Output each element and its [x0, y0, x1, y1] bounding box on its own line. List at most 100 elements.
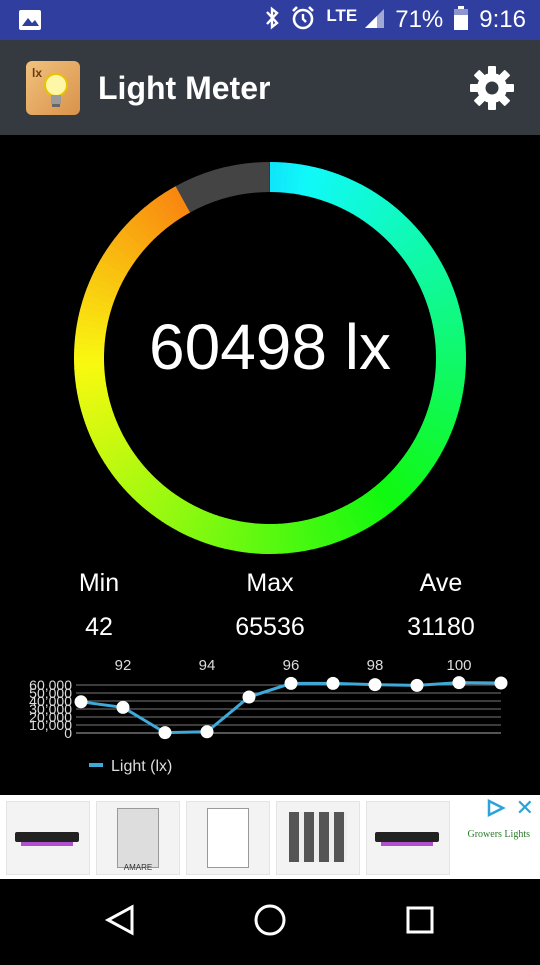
gauge-fill-segment	[369, 206, 374, 210]
image-notification-icon	[18, 9, 42, 36]
settings-button[interactable]	[468, 64, 516, 112]
home-icon[interactable]	[256, 906, 284, 934]
gauge-fill-segment	[336, 524, 342, 527]
gauge-fill-segment	[408, 241, 412, 246]
gauge-fill-segment	[101, 288, 103, 294]
data-point	[243, 691, 256, 704]
gauge-fill-segment	[98, 413, 100, 419]
gauge-fill-segment	[349, 195, 355, 198]
gauge-fill-segment	[159, 211, 164, 215]
gauge-fill-segment	[422, 260, 425, 266]
gauge-fill-segment	[127, 469, 131, 474]
gauge-fill-segment	[287, 178, 293, 179]
back-icon[interactable]	[108, 907, 132, 933]
battery-icon	[453, 5, 469, 36]
gauge-fill-segment	[404, 237, 408, 242]
ad-product-spec-sheet[interactable]	[186, 801, 270, 875]
gauge-fill-segment	[245, 537, 251, 538]
gauge-fill-segment	[400, 232, 404, 237]
gauge-fill-segment	[117, 455, 121, 460]
ad-close-icon[interactable]: ✕	[516, 795, 534, 821]
gauge-fill-segment	[239, 536, 245, 537]
status-bar: LTE 71% 9:16	[0, 0, 540, 40]
data-point	[453, 676, 466, 689]
x-tick-label: 98	[367, 657, 384, 674]
gauge-fill-segment	[396, 228, 401, 233]
data-point	[159, 726, 172, 739]
legend-swatch	[89, 763, 103, 767]
ad-choices-icon[interactable]	[486, 799, 506, 817]
gauge-fill-segment	[109, 440, 112, 446]
gauge-fill-segment	[392, 224, 397, 228]
gauge-fill-segment	[382, 496, 387, 500]
gauge-fill-segment	[432, 432, 435, 438]
gauge-fill-segment	[139, 482, 144, 487]
alarm-icon	[290, 5, 316, 36]
lightbulb-icon: lx	[26, 61, 80, 115]
gauge-fill-segment	[108, 272, 111, 278]
data-point	[285, 677, 298, 690]
y-tick-label: 0	[64, 725, 72, 741]
ad-product-led-grid[interactable]	[276, 801, 360, 875]
light-history-chart: 60,00050,00040,00030,00020,00010,0000929…	[0, 648, 540, 788]
gauge-fill-segment	[234, 535, 240, 536]
gauge-fill-segment	[430, 437, 433, 443]
x-tick-label: 94	[199, 657, 216, 674]
gauge-fill-segment	[291, 537, 297, 538]
ad-product-amare[interactable]: AMARE	[96, 801, 180, 875]
battery-percent: 71%	[395, 6, 443, 34]
gauge-fill-segment	[116, 257, 120, 262]
app-icon: lx	[26, 61, 80, 115]
gauge-fill-segment	[94, 402, 96, 408]
gauge-fill-segment	[178, 199, 184, 202]
gauge-fill-segment	[106, 435, 109, 441]
gauge-fill-segment	[403, 476, 407, 481]
gauge-fill-segment	[93, 396, 94, 402]
gauge-fill-segment	[170, 509, 176, 513]
gauge-fill-segment	[168, 205, 173, 209]
max-value: 65536	[190, 613, 350, 642]
ad-banner[interactable]: AMARE Growers Lights ✕	[0, 795, 540, 879]
gauge-fill-segment	[316, 183, 322, 185]
min-label: Min	[19, 569, 179, 598]
gauge-fill-segment	[150, 219, 155, 223]
gauge-fill-segment	[414, 462, 418, 467]
gauge-fill-segment	[303, 535, 309, 536]
gauge-fill-segment	[222, 533, 228, 535]
gauge-fill-segment	[251, 538, 258, 539]
gauge-fill-segment	[388, 220, 393, 224]
gauge-fill-segment	[357, 513, 363, 516]
gauge-fill-segment	[228, 534, 234, 535]
x-tick-label: 92	[115, 657, 132, 674]
gauge-fill-segment	[411, 467, 415, 472]
gauge-fill-segment	[151, 495, 156, 499]
min-value: 42	[19, 613, 179, 642]
gauge-fill-segment	[310, 182, 316, 184]
gauge-fill-segment	[99, 419, 101, 425]
recents-icon[interactable]	[408, 908, 432, 932]
gauge-fill-segment	[427, 442, 430, 448]
ad-product-grow-light[interactable]	[6, 801, 90, 875]
gauge-fill-segment	[135, 478, 139, 483]
gauge-fill-segment	[378, 213, 383, 217]
data-point	[117, 701, 130, 714]
gauge-fill-segment	[141, 226, 146, 231]
gauge-fill-segment	[407, 471, 411, 476]
gauge-fill-segment	[180, 515, 186, 518]
gauge-fill-segment	[333, 188, 339, 190]
gauge-fill-segment	[297, 536, 303, 537]
gauge-fill-segment	[165, 505, 170, 509]
gauge-fill-segment	[359, 200, 365, 203]
gauge-fill-segment	[110, 267, 113, 273]
gauge-fill-segment	[211, 529, 217, 531]
gauge-fill-segment	[439, 416, 441, 422]
gauge-fill-segment	[383, 217, 388, 221]
gauge-fill-segment	[386, 493, 391, 497]
gauge-fill-segment	[293, 178, 299, 179]
gauge-fill-segment	[433, 280, 436, 286]
gauge-fill-segment	[435, 427, 438, 433]
network-type: LTE	[326, 6, 357, 26]
ad-product-grow-light-2[interactable]	[366, 801, 450, 875]
ad-brand-text: Growers Lights	[468, 829, 531, 840]
gauge-fill-segment	[431, 275, 434, 281]
